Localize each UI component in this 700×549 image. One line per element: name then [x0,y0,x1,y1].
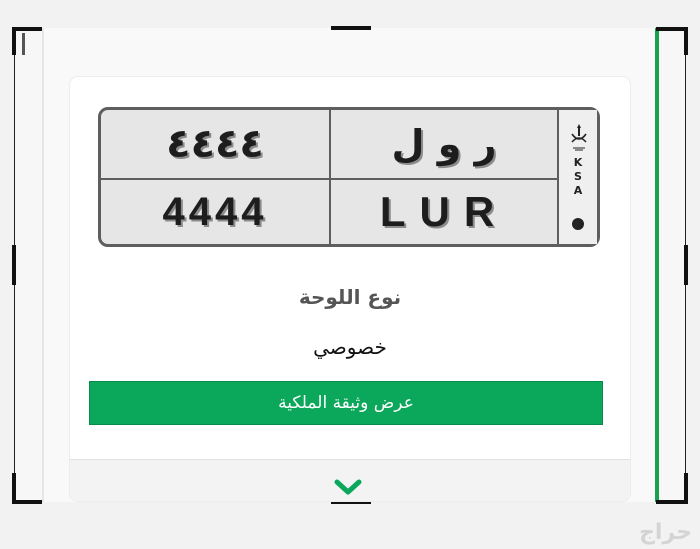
crop-handle-top-right-edge[interactable] [656,27,688,31]
crop-handle-bottom-left-edge[interactable] [12,500,42,504]
expand-details-bar[interactable] [70,459,630,501]
crop-handle-top-left-edge[interactable] [12,27,42,31]
watermark-logo: حراج [639,520,692,545]
plate-bolt [572,218,584,230]
plate-arabic-digits: ٤٤٤٤ [166,121,264,167]
crop-handle-right[interactable] [684,245,688,285]
plate-country-code: K S A [559,156,597,198]
plate-latin-digits: 4444 [162,189,268,234]
plate-divider-horizontal [101,178,557,180]
plate-card: ٤٤٤٤ ر و ل 4444 LUR K S A نوع اللوحة خصو… [70,77,630,501]
crop-handle-left[interactable] [12,245,16,285]
plate-type-label: نوع اللوحة [298,285,402,309]
crop-handle-top[interactable] [331,26,371,30]
country-letter: S [574,170,582,183]
plate-latin-letters: LUR [379,188,509,235]
scroll-indicator [22,33,25,55]
plate-divider-vertical [329,110,331,244]
view-ownership-button[interactable]: عرض وثيقة الملكية [89,381,603,425]
plate-arabic-letters: ر و ل [391,122,497,166]
crop-handle-top-right[interactable] [684,27,688,55]
crop-handle-top-left[interactable] [12,27,16,55]
plate-type-value: خصوصي [313,335,387,359]
saudi-emblem-icon [571,124,587,151]
plate-country-strip: K S A [557,110,597,244]
license-plate: ٤٤٤٤ ر و ل 4444 LUR K S A [98,107,600,247]
side-accent-bar [655,28,659,502]
country-letter: K [573,156,583,169]
gutter-line [42,28,44,502]
crop-handle-bottom-right-edge[interactable] [656,500,688,504]
country-letter: A [573,184,583,197]
chevron-down-icon[interactable] [334,478,362,498]
